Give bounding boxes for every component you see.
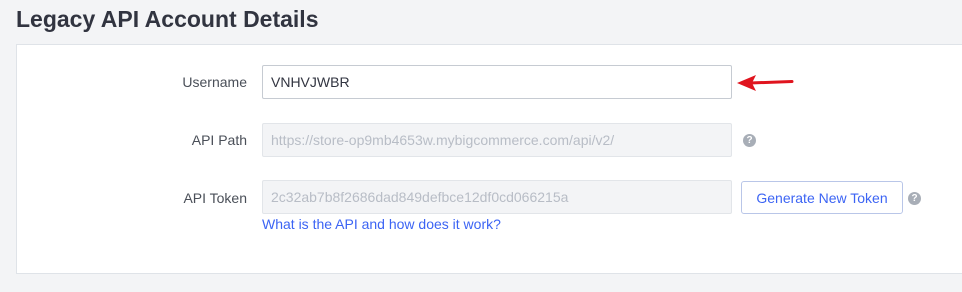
- username-label: Username: [182, 74, 247, 90]
- username-field[interactable]: [262, 65, 732, 99]
- api-token-label: API Token: [183, 190, 247, 206]
- api-help-link[interactable]: What is the API and how does it work?: [262, 216, 501, 232]
- api-token-field: [262, 180, 732, 214]
- generate-new-token-button[interactable]: Generate New Token: [741, 181, 903, 214]
- api-path-field: [262, 123, 732, 157]
- page-title: Legacy API Account Details: [16, 6, 319, 32]
- red-arrow-icon: [737, 75, 794, 91]
- question-circle-icon[interactable]: ?: [743, 134, 756, 147]
- api-path-label: API Path: [191, 132, 247, 148]
- question-circle-icon[interactable]: ?: [908, 192, 921, 205]
